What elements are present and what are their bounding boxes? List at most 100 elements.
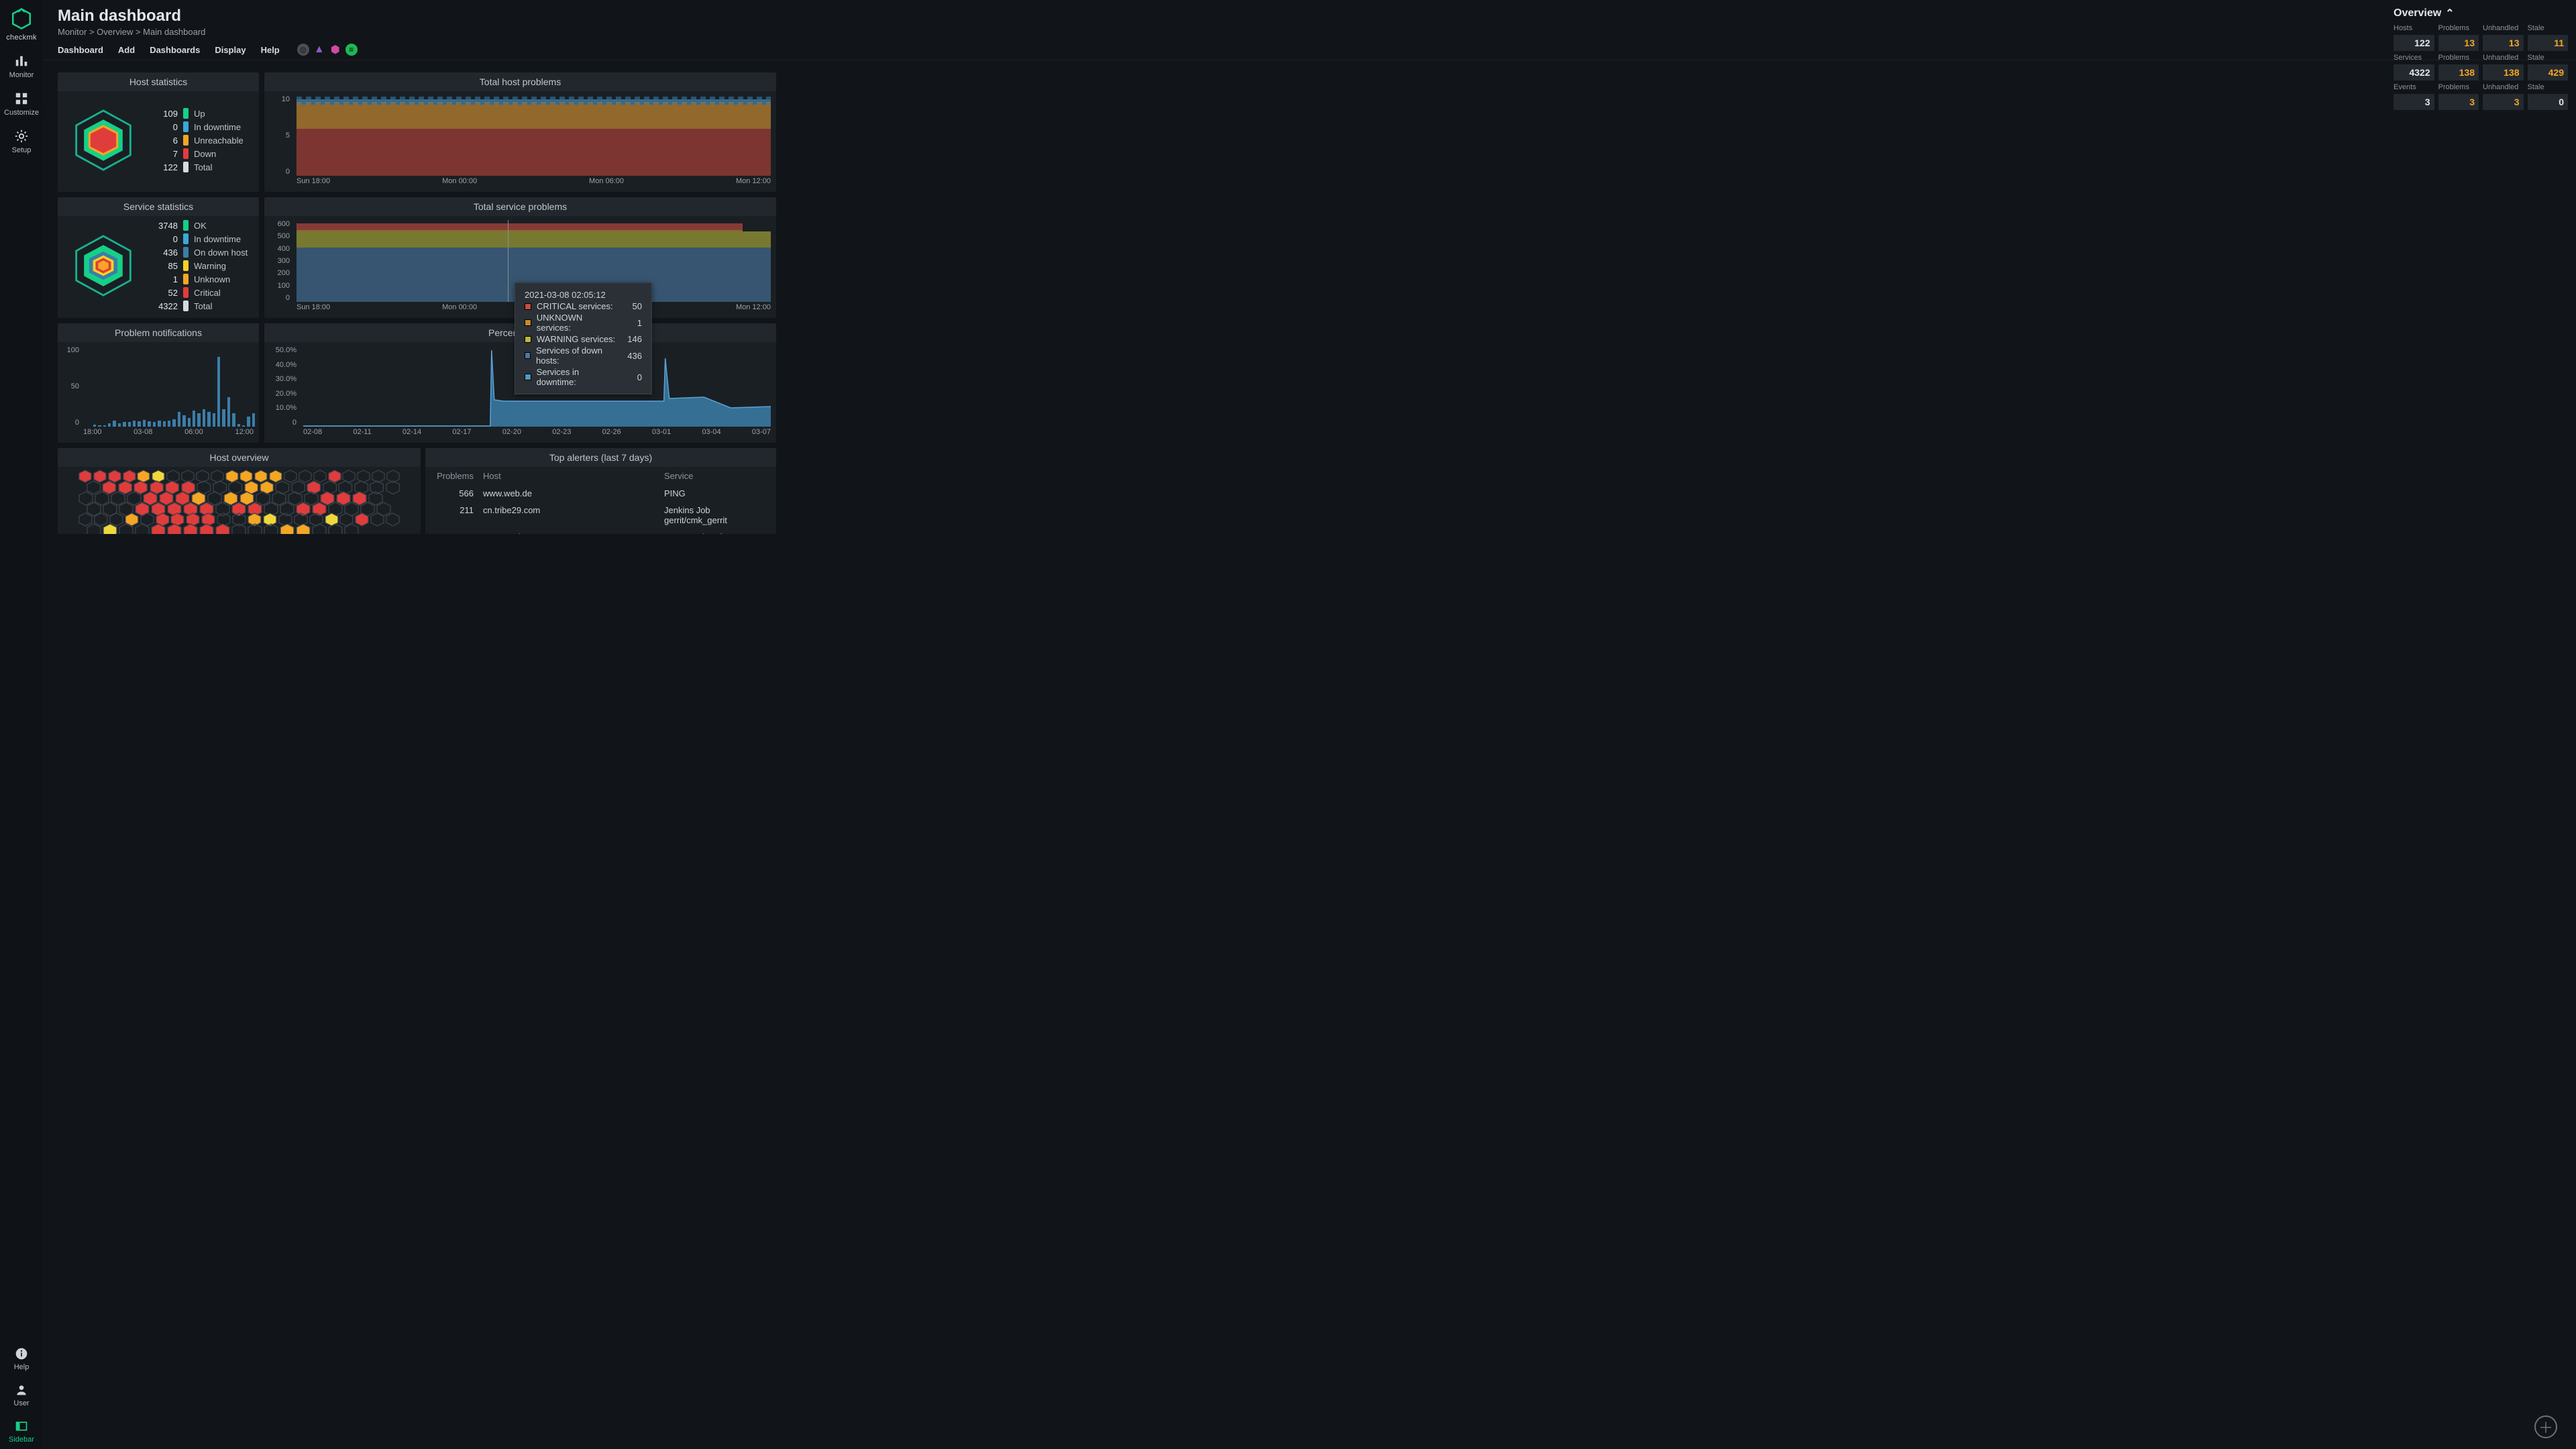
tile-title: Service statistics: [58, 197, 259, 216]
host-hex[interactable]: [385, 513, 400, 527]
alert-table-head: Problems Host Service: [425, 467, 776, 485]
service-stats-list: 3748OK 0In downtime 436On down host 85Warni…: [148, 220, 259, 311]
host-hex[interactable]: [182, 523, 199, 534]
stat-row[interactable]: 0In downtime: [148, 121, 251, 132]
overview-value[interactable]: 13: [2483, 35, 2524, 51]
tile-problem-notifications: Problem notifications 100500 18:0003-080…: [58, 323, 259, 443]
host-hex[interactable]: [102, 523, 118, 534]
stat-row[interactable]: 85Warning: [148, 260, 251, 271]
host-hex[interactable]: [385, 480, 400, 495]
stat-row[interactable]: 6Unreachable: [148, 135, 251, 146]
menu-dashboard[interactable]: Dashboard: [58, 45, 103, 55]
host-hex[interactable]: [370, 513, 385, 527]
x-axis: 18:0003-0806:0012:00: [83, 428, 254, 439]
x-axis: Sun 18:00Mon 00:00Mon 06:00Mon 12:00: [297, 177, 771, 188]
overview-value[interactable]: 429: [2528, 64, 2569, 80]
nav-customize[interactable]: Customize: [0, 91, 43, 117]
stat-row[interactable]: 4322Total: [148, 301, 251, 311]
info-icon: [15, 1347, 28, 1360]
overview-grid: HostsProblemsUnhandledStale122131311Serv…: [2394, 24, 2568, 110]
overview-value[interactable]: 3: [2394, 94, 2434, 110]
stat-row[interactable]: 0In downtime: [148, 233, 251, 244]
chart-area[interactable]: 100500 18:0003-0806:0012:00: [58, 342, 259, 440]
app-sidebar: checkmk Monitor Customize Setup Help Use…: [0, 0, 43, 1449]
alert-row[interactable]: 566www.web.dePING: [425, 485, 776, 502]
host-hex[interactable]: [247, 523, 263, 534]
host-hex[interactable]: [166, 523, 182, 534]
tile-host-stats: Host statistics 109Up 0In downtime 6Unreac…: [58, 72, 259, 192]
y-axis: 100500: [58, 346, 83, 427]
overview-value[interactable]: 3: [2483, 94, 2524, 110]
tile-title: Total host problems: [264, 72, 776, 91]
page-title: Main dashboard: [58, 7, 2561, 25]
user-icon: [15, 1383, 28, 1397]
host-hex[interactable]: [311, 523, 327, 534]
alert-triangle-icon[interactable]: ▲: [313, 44, 325, 56]
plus-icon: ＋: [2538, 1416, 2553, 1438]
panel-icon: [15, 1419, 28, 1433]
stat-row[interactable]: 7Down: [148, 148, 251, 159]
overview-value[interactable]: 138: [2438, 64, 2479, 80]
overview-value[interactable]: 138: [2483, 64, 2524, 80]
stat-row[interactable]: 122Total: [148, 162, 251, 172]
y-axis: 6005004003002001000: [264, 220, 294, 302]
service-stats-hex-icon: [58, 233, 148, 298]
tile-service-stats: Service statistics 3748OK 0In downtime 436…: [58, 197, 259, 318]
host-hex[interactable]: [134, 523, 150, 534]
host-hex[interactable]: [279, 523, 295, 534]
tile-title: Problem notifications: [58, 323, 259, 342]
stat-row[interactable]: 3748OK: [148, 220, 251, 231]
host-hex[interactable]: [215, 523, 231, 534]
stat-row[interactable]: 52Critical: [148, 287, 251, 298]
overview-toggle[interactable]: Overview ⌃: [2394, 7, 2568, 20]
overview-value[interactable]: 122: [2394, 35, 2434, 51]
alert-row[interactable]: 211cn.tribe29.comJenkins Job gerrit/cmk_…: [425, 502, 776, 529]
host-hex[interactable]: [118, 523, 134, 534]
hex-status-icon[interactable]: ⬢: [329, 44, 341, 56]
plot: [297, 95, 771, 176]
host-hex[interactable]: [263, 523, 279, 534]
nav-setup[interactable]: Setup: [0, 129, 43, 154]
nav-user[interactable]: User: [0, 1383, 43, 1407]
chevron-up-icon: ⌃: [2445, 7, 2454, 20]
stat-row[interactable]: 436On down host: [148, 247, 251, 258]
host-hex[interactable]: [231, 523, 247, 534]
host-hex[interactable]: [86, 523, 102, 534]
overview-value[interactable]: 11: [2528, 35, 2569, 51]
menu-help[interactable]: Help: [261, 45, 280, 55]
host-stats-hex-icon: [58, 108, 148, 172]
nav-sidebar-toggle[interactable]: Sidebar: [0, 1419, 43, 1444]
host-hex[interactable]: [199, 523, 215, 534]
tile-title: Host overview: [58, 448, 421, 467]
round-status-icon[interactable]: ≡: [345, 44, 358, 56]
host-hex[interactable]: [343, 523, 360, 534]
y-axis: 1050: [264, 95, 294, 176]
menu-dashboards[interactable]: Dashboards: [150, 45, 200, 55]
host-hex[interactable]: [327, 523, 343, 534]
menu-add[interactable]: Add: [118, 45, 135, 55]
nav-help[interactable]: Help: [0, 1347, 43, 1371]
menu-display[interactable]: Display: [215, 45, 246, 55]
host-hex[interactable]: [150, 523, 166, 534]
stat-row[interactable]: 109Up: [148, 108, 251, 119]
host-stats-list: 109Up 0In downtime 6Unreachable 7Down 122Tot…: [148, 108, 259, 172]
alert-row[interactable]: 251CMKTestingOMD prod performance: [425, 529, 776, 534]
overview-value[interactable]: 3: [2438, 94, 2479, 110]
tile-title: Host statistics: [58, 72, 259, 91]
overview-value[interactable]: 4322: [2394, 64, 2434, 80]
bar-series: [83, 346, 255, 427]
overview-value[interactable]: 13: [2438, 35, 2479, 51]
add-dashlet-button[interactable]: ＋: [2534, 1415, 2557, 1438]
overview-value[interactable]: 0: [2528, 94, 2569, 110]
hex-swarm[interactable]: [58, 467, 421, 531]
alert-table-body: 566www.web.dePING211cn.tribe29.comJenkin…: [425, 485, 776, 534]
globe-icon[interactable]: ◍: [297, 44, 309, 56]
tile-top-alerters: Top alerters (last 7 days) Problems Host…: [425, 448, 776, 534]
nav-monitor[interactable]: Monitor: [0, 54, 43, 79]
breadcrumb[interactable]: Monitor > Overview > Main dashboard: [58, 27, 2561, 37]
chart-area[interactable]: 1050 Sun 18:00Mon 00:00Mon 06:00Mon 12:0…: [264, 91, 776, 189]
stat-row[interactable]: 1Unknown: [148, 274, 251, 284]
host-hex[interactable]: [295, 523, 311, 534]
overview-panel: Overview ⌃ HostsProblemsUnhandledStale12…: [2394, 7, 2568, 110]
tile-total-host-problems: Total host problems 1050 Sun 18:00Mon 00…: [264, 72, 776, 192]
